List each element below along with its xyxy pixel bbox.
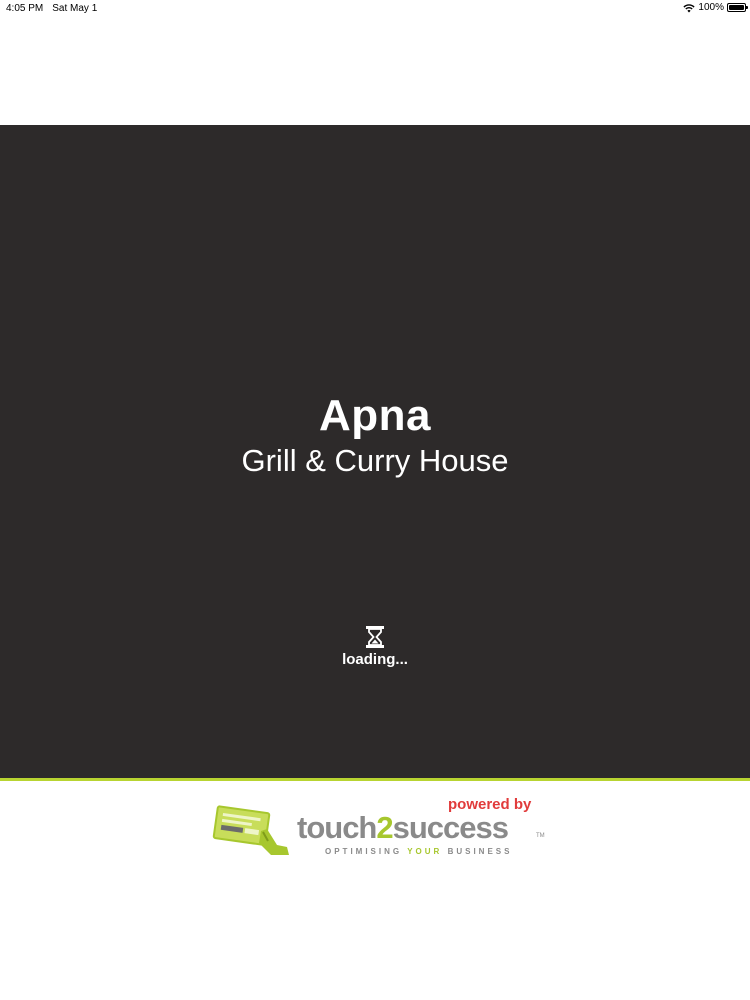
wordmark-2: 2	[376, 810, 393, 845]
hourglass-icon	[366, 626, 384, 648]
tagline-your: YOUR	[407, 847, 443, 856]
status-date: Sat May 1	[52, 3, 98, 14]
loading-text: loading...	[342, 651, 408, 668]
battery-percent: 100%	[698, 2, 724, 13]
tagline-optimising: OPTIMISING	[325, 847, 403, 856]
trademark: TM	[536, 833, 545, 839]
restaurant-subtitle: Grill & Curry House	[241, 443, 509, 478]
wordmark-success: success	[392, 810, 509, 845]
touch2success-logo: powered by touch2success TM OPTIMISING Y…	[205, 795, 550, 865]
tagline-business: BUSINESS	[447, 847, 513, 856]
touch-card-icon	[212, 805, 289, 855]
status-time: 4:05 PM	[6, 3, 44, 14]
status-bar: 4:05 PM Sat May 1 100%	[0, 0, 750, 16]
accent-divider	[0, 778, 750, 781]
status-right: 100%	[683, 2, 748, 13]
touch2success-wordmark: touch2success	[297, 810, 509, 846]
status-left: 4:05 PM Sat May 1	[6, 3, 97, 14]
loading-indicator: loading...	[0, 625, 750, 668]
battery-icon	[727, 3, 748, 12]
tagline: OPTIMISING YOUR BUSINESS	[325, 847, 512, 856]
splash-screen: Apna Grill & Curry House loading...	[0, 125, 750, 778]
restaurant-name: Apna	[319, 391, 431, 440]
wifi-icon	[683, 3, 696, 12]
wordmark-touch: touch	[297, 810, 377, 845]
